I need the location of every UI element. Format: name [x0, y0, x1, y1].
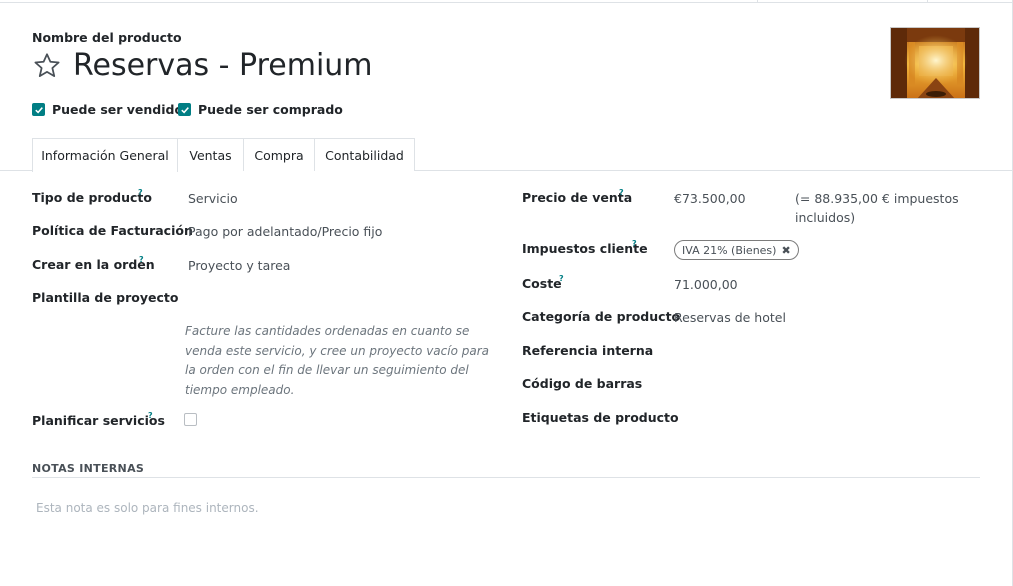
internal-notes-divider	[32, 477, 980, 478]
sale-price-label: Precio de venta	[522, 190, 633, 205]
invoice-policy-note: Facture las cantidades ordenadas en cuan…	[185, 324, 490, 397]
top-divider-tick	[927, 0, 928, 3]
create-on-order-field[interactable]: Proyecto y tarea	[188, 258, 290, 273]
taxes-included-text: (= 88.935,00 € impuestos incluidos)	[795, 191, 959, 225]
product-category-field[interactable]: Reservas de hotel	[674, 310, 786, 325]
invoicing-policy-label: Política de Facturación	[32, 223, 193, 238]
internal-reference-label: Referencia interna	[522, 343, 654, 358]
plan-services-checkbox[interactable]	[184, 413, 197, 426]
product-type-field[interactable]: Servicio	[188, 191, 238, 206]
help-tooltip-icon[interactable]: ?	[148, 411, 153, 420]
barcode-field[interactable]	[674, 377, 974, 395]
tab-compra[interactable]: Compra	[243, 138, 315, 171]
top-divider-tick	[757, 0, 758, 3]
internal-notes-heading: NOTAS INTERNAS	[32, 462, 145, 475]
help-tooltip-icon[interactable]: ?	[139, 255, 144, 264]
cost-field[interactable]: 71.000,00	[674, 277, 738, 292]
product-type-label: Tipo de producto	[32, 190, 152, 205]
top-divider	[0, 2, 1013, 3]
sale-price-field[interactable]: €73.500,00	[674, 191, 746, 206]
product-category-label: Categoría de producto	[522, 309, 681, 324]
product-tags-field[interactable]	[674, 411, 974, 429]
star-outline-icon[interactable]	[32, 51, 62, 81]
project-template-field[interactable]	[188, 291, 488, 309]
create-on-order-label: Crear en la orden	[32, 257, 155, 272]
product-name-label: Nombre del producto	[32, 30, 182, 45]
can-be-purchased-checkbox[interactable]: Puede ser comprado	[178, 102, 343, 117]
invoicing-policy-field[interactable]: Pago por adelantado/Precio fijo	[188, 224, 382, 239]
tab-contabilidad[interactable]: Contabilidad	[314, 138, 415, 171]
help-tooltip-icon[interactable]: ?	[138, 188, 143, 197]
tab-informacion-general[interactable]: Información General	[32, 138, 178, 172]
checkmark-icon[interactable]	[32, 103, 45, 116]
tax-tag[interactable]: IVA 21% (Bienes) ✖	[674, 240, 799, 260]
product-title[interactable]: Reservas - Premium	[73, 47, 373, 85]
close-x-icon[interactable]: ✖	[781, 244, 790, 257]
help-tooltip-icon[interactable]: ?	[559, 274, 564, 283]
can-be-sold-checkbox[interactable]: Puede ser vendido	[32, 102, 183, 117]
help-tooltip-icon[interactable]: ?	[619, 188, 624, 197]
customer-taxes-label: Impuestos cliente	[522, 241, 648, 256]
can-be-purchased-label: Puede ser comprado	[198, 102, 343, 117]
checkmark-icon[interactable]	[178, 103, 191, 116]
cost-label: Coste	[522, 276, 562, 291]
can-be-sold-label: Puede ser vendido	[52, 102, 184, 117]
tab-ventas[interactable]: Ventas	[177, 138, 244, 171]
product-tags-label: Etiquetas de producto	[522, 410, 679, 425]
internal-notes-editor[interactable]: Esta nota es solo para fines internos.	[32, 496, 980, 524]
product-image[interactable]	[890, 27, 980, 99]
internal-reference-field[interactable]	[674, 344, 974, 362]
tax-tag-label: IVA 21% (Bienes)	[682, 243, 777, 257]
help-tooltip-icon[interactable]: ?	[632, 239, 637, 248]
barcode-label: Código de barras	[522, 376, 643, 391]
plan-services-label: Planificar servicios	[32, 413, 165, 428]
project-template-label: Plantilla de proyecto	[32, 290, 179, 305]
